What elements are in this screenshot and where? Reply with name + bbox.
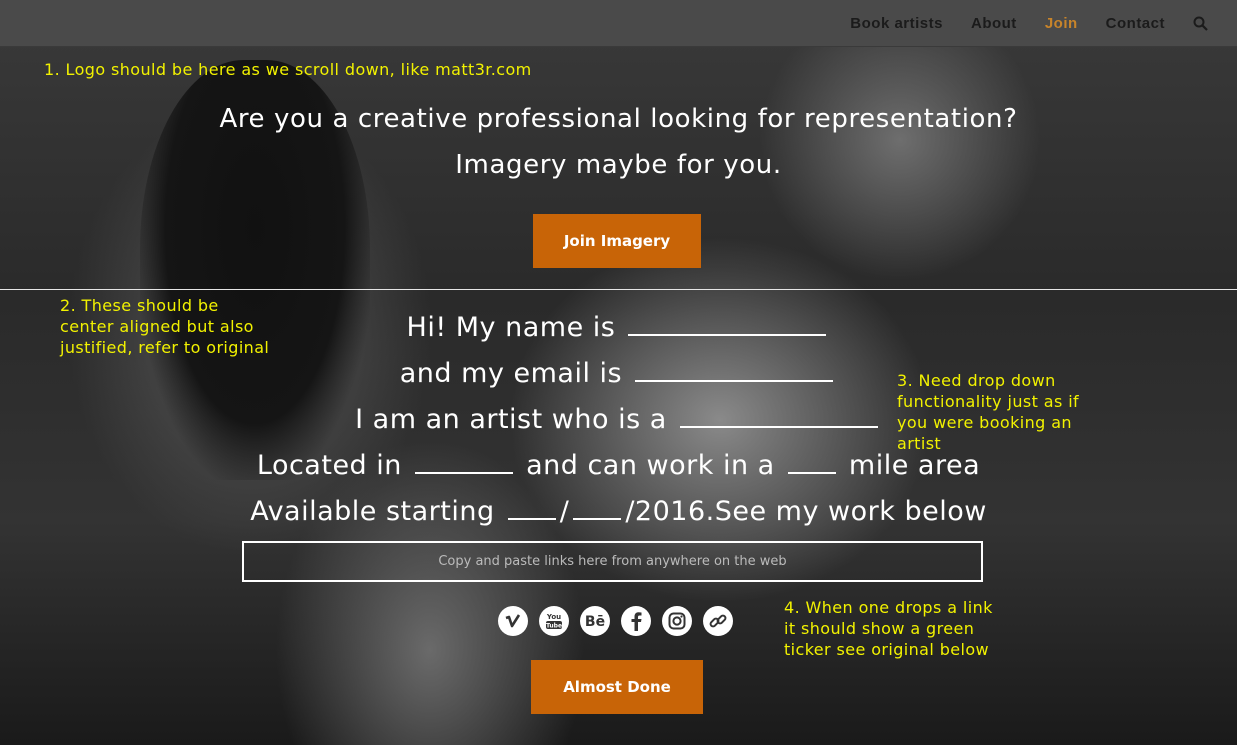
vimeo-icon[interactable] [498,606,528,636]
artist-label: I am an artist who is a [355,404,667,435]
annotation-note-4: 4. When one drops a link it should show … [784,598,993,659]
svg-text:You: You [546,613,561,621]
hero-headline: Are you a creative professional looking … [219,104,1018,134]
youtube-icon[interactable]: You Tube [539,606,569,636]
mile-radius-field[interactable] [787,448,836,474]
form-line-name: Hi! My name is [0,310,1237,343]
year-label: /2016.See my work below [625,496,987,527]
almost-done-button[interactable]: Almost Done [531,660,703,714]
search-icon[interactable] [1193,16,1208,31]
social-icons-row: You Tube Bē [498,606,733,636]
nav-item-contact[interactable]: Contact [1106,15,1165,32]
name-label: Hi! My name is [406,312,616,343]
mile-area-label: mile area [848,450,981,481]
form-line-location: Located in and can work in a mile area [0,448,1237,481]
date-separator: / [559,496,570,527]
nav-item-join[interactable]: Join [1045,15,1078,32]
located-mid-label: and can work in a [526,450,775,481]
navbar: Book artists About Join Contact [0,0,1237,47]
nav-item-book-artists[interactable]: Book artists [850,15,943,32]
form-line-available: Available starting / /2016.See my work be… [0,494,1237,527]
form-line-artist: I am an artist who is a [0,402,1237,435]
section-divider [0,289,1237,290]
nav-item-about[interactable]: About [971,15,1017,32]
month-field[interactable] [507,494,556,520]
annotation-note-1: 1. Logo should be here as we scroll down… [44,60,532,79]
location-field[interactable] [414,448,513,474]
available-label: Available starting [250,496,495,527]
join-imagery-button[interactable]: Join Imagery [533,214,701,268]
link-icon[interactable] [703,606,733,636]
form-line-email: and my email is [0,356,1237,389]
day-field[interactable] [573,494,622,520]
nav-links: Book artists About Join Contact [822,0,1208,46]
work-links-input[interactable]: Copy and paste links here from anywhere … [242,541,983,582]
facebook-icon[interactable] [621,606,651,636]
email-label: and my email is [399,358,623,389]
email-field[interactable] [635,356,834,382]
artist-type-dropdown[interactable] [679,402,878,428]
hero-subheadline: Imagery maybe for you. [455,150,782,180]
name-field[interactable] [628,310,827,336]
behance-icon[interactable]: Bē [580,606,610,636]
svg-text:Bē: Bē [585,614,605,629]
svg-text:Tube: Tube [546,623,562,630]
instagram-icon[interactable] [662,606,692,636]
located-label: Located in [256,450,402,481]
